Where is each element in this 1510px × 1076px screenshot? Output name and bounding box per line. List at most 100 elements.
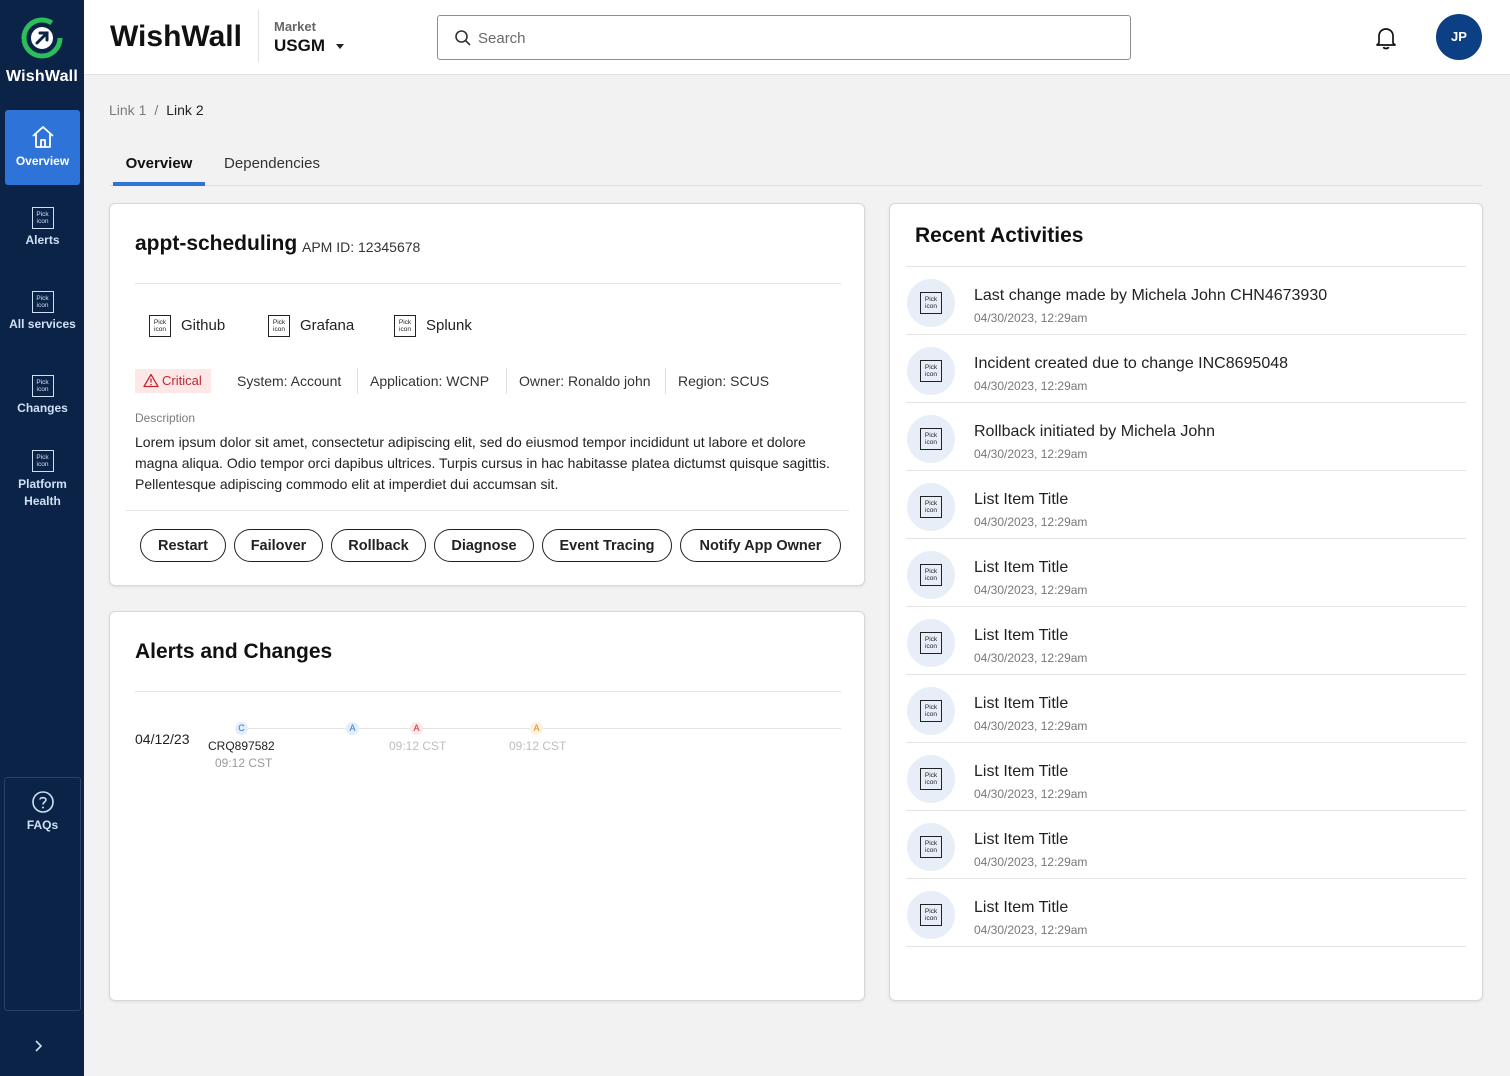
change-id[interactable]: CRQ897582: [208, 739, 275, 753]
sidebar-item-alerts[interactable]: Pick icon Alerts: [5, 207, 80, 267]
activity-title: List Item Title: [974, 831, 1069, 848]
activity-time: 04/30/2023, 12:29am: [974, 855, 1088, 869]
app-name: appt-scheduling: [135, 232, 298, 255]
list-item[interactable]: Pick icon List Item Title 04/30/2023, 12:29…: [906, 811, 1466, 879]
activity-time: 04/30/2023, 12:29am: [974, 719, 1088, 733]
chevron-right-icon[interactable]: [28, 1036, 48, 1056]
grafana-icon: Pick icon: [268, 315, 290, 337]
failover-button[interactable]: Failover: [234, 529, 323, 562]
activity-time: 04/30/2023, 12:29am: [974, 447, 1088, 461]
home-icon: [31, 126, 54, 148]
change-marker[interactable]: C: [235, 722, 248, 735]
sidebar-item-faqs[interactable]: FAQs: [5, 790, 80, 840]
activity-time: 04/30/2023, 12:29am: [974, 923, 1088, 937]
diagnose-button[interactable]: Diagnose: [434, 529, 534, 562]
activity-icon: Pick icon: [920, 632, 942, 654]
alert-marker[interactable]: A: [530, 722, 543, 735]
search-icon: [455, 30, 471, 46]
section-title: Alerts and Changes: [135, 640, 333, 663]
activity-icon: Pick icon: [920, 360, 942, 382]
sidebar-item-label: Overview: [15, 154, 70, 168]
logo[interactable]: WishWall: [0, 0, 84, 100]
warning-icon: [143, 373, 159, 388]
activity-time: 04/30/2023, 12:29am: [974, 651, 1088, 665]
activity-title: List Item Title: [974, 763, 1069, 780]
sidebar-item-all-services[interactable]: Pick icon All services: [5, 291, 80, 351]
search-input[interactable]: [478, 24, 1118, 52]
alert-marker[interactable]: A: [410, 722, 423, 735]
splunk-icon: Pick icon: [394, 315, 416, 337]
activity-icon: Pick icon: [920, 496, 942, 518]
activity-icon: Pick icon: [920, 904, 942, 926]
activity-time: 04/30/2023, 12:29am: [974, 515, 1088, 529]
activity-title: Incident created due to change INC869504…: [974, 355, 1289, 372]
event-time: 09:12 CST: [509, 739, 567, 753]
sidebar-item-platform-health[interactable]: Pick icon Platform Health: [5, 450, 80, 520]
meta-divider: [506, 368, 507, 394]
tab-overview[interactable]: Overview: [113, 146, 205, 186]
activity-icon-bg: Pick icon: [907, 687, 955, 735]
market-label: Market: [274, 19, 316, 34]
region-meta: Region: SCUS: [678, 373, 770, 389]
caret-down-icon[interactable]: [336, 44, 344, 49]
help-icon: [31, 791, 54, 813]
wishwall-logo-icon: [21, 17, 63, 59]
logo-text: WishWall: [6, 68, 78, 85]
activity-icon-bg: Pick icon: [907, 823, 955, 871]
alerts-changes-card: Alerts and Changes 04/12/23 C CRQ897582 …: [109, 611, 865, 1001]
meta-divider: [665, 368, 666, 394]
breadcrumb-link-2[interactable]: Link 2: [166, 102, 203, 118]
placeholder-icon: Pick icon: [31, 450, 54, 472]
list-item[interactable]: Pick icon List Item Title 04/30/2023, 12:29…: [906, 471, 1466, 539]
activity-icon-bg: Pick icon: [907, 415, 955, 463]
sidebar-item-changes[interactable]: Pick icon Changes: [5, 375, 80, 435]
activity-list: Pick icon Last change made by Michela John…: [906, 266, 1466, 947]
avatar[interactable]: JP: [1436, 14, 1482, 60]
severity-label: Critical: [162, 373, 202, 388]
bell-icon[interactable]: [1374, 25, 1398, 51]
description-label: Description: [135, 411, 196, 425]
list-item[interactable]: Pick icon List Item Title 04/30/2023, 12:29…: [906, 879, 1466, 947]
list-item[interactable]: Pick icon Incident created due to change I…: [906, 335, 1466, 403]
search-box[interactable]: [437, 15, 1131, 60]
grafana-link[interactable]: Pick icon Grafana: [268, 315, 354, 337]
list-item[interactable]: Pick icon Rollback initiated by Michela Jo…: [906, 403, 1466, 471]
activity-time: 04/30/2023, 12:29am: [974, 787, 1088, 801]
list-item[interactable]: Pick icon Last change made by Michela John…: [906, 267, 1466, 335]
splunk-link[interactable]: Pick icon Splunk: [394, 315, 472, 337]
breadcrumb-separator: /: [154, 102, 159, 118]
apm-id: APM ID: 12345678: [302, 239, 421, 255]
breadcrumb: Link 1 / Link 2: [109, 102, 204, 118]
breadcrumb-link-1[interactable]: Link 1: [109, 102, 146, 118]
activity-title: List Item Title: [974, 899, 1069, 916]
sidebar-item-label: Changes: [17, 401, 68, 415]
activity-time: 04/30/2023, 12:29am: [974, 311, 1088, 325]
list-item[interactable]: Pick icon List Item Title 04/30/2023, 12:29…: [906, 607, 1466, 675]
list-item[interactable]: Pick icon List Item Title 04/30/2023, 12:29…: [906, 743, 1466, 811]
application-meta: Application: WCNP: [370, 373, 490, 389]
notify-app-owner-button[interactable]: Notify App Owner: [680, 529, 841, 562]
activity-icon-bg: Pick icon: [907, 619, 955, 667]
activity-icon-bg: Pick icon: [907, 347, 955, 395]
sidebar-item-overview[interactable]: Overview: [5, 110, 80, 185]
sidebar: WishWall Overview Pick icon Alerts Pick ic…: [0, 0, 84, 1076]
system-meta: System: Account: [237, 373, 342, 389]
activity-icon-bg: Pick icon: [907, 279, 955, 327]
github-link[interactable]: Pick icon Github: [149, 315, 225, 337]
market-select[interactable]: USGM: [274, 36, 325, 56]
alert-marker[interactable]: A: [346, 722, 359, 735]
app-summary-card: appt-scheduling APM ID: 12345678 Pick ico…: [109, 203, 865, 586]
tab-bar: Overview Dependencies: [109, 146, 1482, 186]
critical-badge: Critical: [135, 369, 211, 393]
list-item[interactable]: Pick icon List Item Title 04/30/2023, 12:29…: [906, 539, 1466, 607]
event-tracing-button[interactable]: Event Tracing: [542, 529, 672, 562]
tool-label: Splunk: [426, 316, 472, 334]
divider: [126, 510, 849, 511]
tab-dependencies[interactable]: Dependencies: [217, 146, 327, 186]
list-item[interactable]: Pick icon List Item Title 04/30/2023, 12:29…: [906, 675, 1466, 743]
sidebar-item-label: Health: [24, 494, 61, 508]
event-time: 09:12 CST: [215, 756, 273, 770]
activity-time: 04/30/2023, 12:29am: [974, 379, 1088, 393]
rollback-button[interactable]: Rollback: [331, 529, 426, 562]
restart-button[interactable]: Restart: [140, 529, 226, 562]
